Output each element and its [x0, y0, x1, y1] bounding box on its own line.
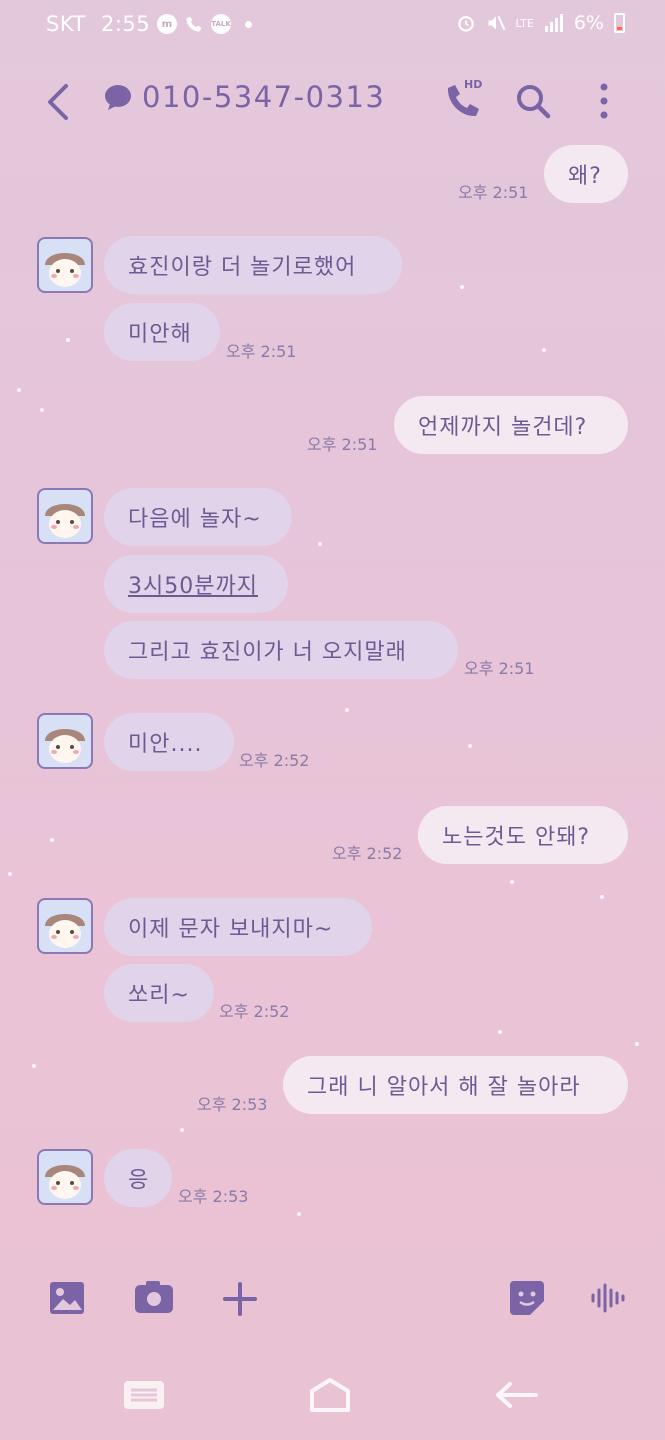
voice-icon[interactable] — [590, 1281, 626, 1315]
back-icon[interactable] — [40, 80, 80, 124]
message-bubble-icon — [105, 85, 131, 110]
message-time: 오후 2:51 — [307, 435, 378, 454]
chat-header: 010-5347-0313 HD — [0, 52, 665, 150]
sticker-icon[interactable] — [508, 1279, 546, 1317]
message-text: 효진이랑 더 놀기로했어 — [128, 255, 357, 280]
message-bubble-received[interactable]: 쏘리~ — [104, 964, 214, 1022]
message-text: 미안.... — [128, 732, 203, 757]
network-type: LTE — [515, 16, 534, 30]
search-icon[interactable] — [514, 82, 552, 120]
message-text: 다음에 놀자~ — [128, 507, 262, 532]
gallery-icon[interactable] — [49, 1281, 85, 1315]
contact-avatar[interactable] — [37, 488, 93, 544]
message-time: 오후 2:51 — [458, 183, 529, 202]
hd-call-button[interactable]: HD — [440, 78, 486, 124]
contact-avatar[interactable] — [37, 898, 93, 954]
message-text: 이제 문자 보내지마~ — [128, 917, 334, 942]
mushroom-avatar-icon — [45, 914, 85, 948]
status-time: 2:55 — [101, 12, 151, 36]
message-text: 미안해 — [128, 322, 192, 347]
message-bubble-sent[interactable]: 그래 니 알아서 해 잘 놀아라 — [283, 1056, 628, 1114]
contact-avatar[interactable] — [37, 1149, 93, 1205]
message-bubble-received[interactable]: 이제 문자 보내지마~ — [104, 898, 372, 956]
battery-percent: 6% — [573, 12, 604, 34]
message-text: 언제까지 놀건데? — [418, 415, 588, 440]
message-text: 응 — [128, 1168, 150, 1193]
message-time: 오후 2:52 — [332, 844, 403, 863]
carrier-name: SKT — [46, 12, 86, 36]
plus-icon[interactable] — [222, 1281, 258, 1317]
contact-avatar[interactable] — [37, 713, 93, 769]
message-time: 오후 2:51 — [226, 342, 297, 361]
message-time: 오후 2:52 — [219, 1002, 290, 1021]
alarm-icon — [457, 16, 474, 32]
hd-badge: HD — [464, 78, 483, 91]
message-text: 그리고 효진이가 너 오지말래 — [128, 640, 407, 665]
camera-icon[interactable] — [134, 1281, 174, 1315]
home-icon[interactable] — [308, 1377, 352, 1413]
phone-icon — [186, 16, 202, 32]
message-bubble-sent[interactable]: 왜? — [544, 145, 628, 203]
signal-icon — [544, 14, 563, 32]
message-bubble-received[interactable]: 3시50분까지 — [104, 555, 288, 613]
status-bar: SKT 2:55 m TALK LTE 6% — [0, 0, 665, 52]
input-toolbar — [0, 1255, 665, 1347]
message-bubble-received[interactable]: 미안.... — [104, 713, 234, 771]
contact-title[interactable]: 010-5347-0313 — [104, 80, 385, 114]
talk-icon: TALK — [211, 14, 231, 34]
message-bubble-received[interactable]: 그리고 효진이가 너 오지말래 — [104, 621, 458, 679]
contact-avatar[interactable] — [37, 237, 93, 293]
message-bubble-sent[interactable]: 노는것도 안돼? — [418, 806, 628, 864]
mushroom-avatar-icon — [45, 1165, 85, 1199]
mute-icon — [488, 15, 505, 31]
mushroom-avatar-icon — [45, 253, 85, 287]
message-text: 노는것도 안돼? — [442, 825, 591, 850]
message-bubble-received[interactable]: 응 — [104, 1149, 172, 1207]
back-nav-icon[interactable] — [494, 1381, 538, 1409]
message-bubble-received[interactable]: 효진이랑 더 놀기로했어 — [104, 236, 402, 294]
message-time: 오후 2:53 — [178, 1187, 249, 1206]
messenger-icon: m — [157, 14, 177, 34]
recent-apps-icon[interactable] — [123, 1380, 165, 1410]
message-time: 오후 2:53 — [197, 1095, 268, 1114]
message-text: 왜? — [568, 164, 602, 189]
contact-number: 010-5347-0313 — [142, 80, 386, 114]
message-time: 오후 2:51 — [464, 659, 535, 678]
notification-dot — [245, 20, 252, 28]
message-bubble-received[interactable]: 다음에 놀자~ — [104, 488, 292, 546]
message-time: 오후 2:52 — [239, 751, 310, 770]
more-options-icon[interactable] — [594, 82, 614, 120]
mushroom-avatar-icon — [45, 504, 85, 538]
message-bubble-received[interactable]: 미안해 — [104, 303, 220, 361]
system-nav-bar — [0, 1347, 665, 1440]
message-text: 3시50분까지 — [128, 574, 258, 599]
message-text: 그래 니 알아서 해 잘 놀아라 — [307, 1075, 581, 1100]
message-bubble-sent[interactable]: 언제까지 놀건데? — [394, 396, 628, 454]
mushroom-avatar-icon — [45, 729, 85, 763]
battery-icon — [614, 13, 625, 33]
message-text: 쏘리~ — [128, 983, 190, 1008]
status-carrier-time: SKT 2:55 — [46, 12, 150, 36]
